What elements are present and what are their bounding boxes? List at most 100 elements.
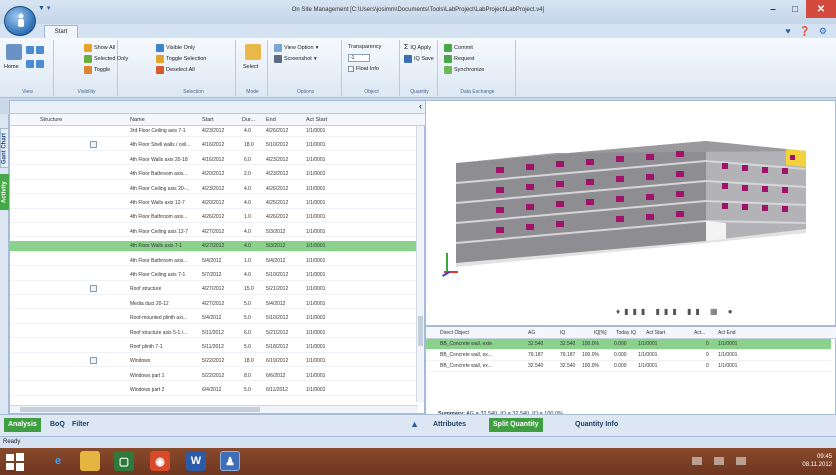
iq-apply-button[interactable]: Σ IQ Apply [404, 44, 431, 51]
table-row[interactable]: Media duct 20-12 4/27/2012 5.0 5/4/2012 1/1/… [10, 299, 418, 310]
end-cell: 4/26/2012 [266, 128, 289, 134]
col-duration[interactable]: Dur... [242, 117, 255, 123]
windows-start-icon[interactable] [4, 451, 26, 473]
tab-filter[interactable]: Filter [68, 418, 93, 432]
col-act-start[interactable]: Act Start [646, 330, 665, 336]
col-act-end[interactable]: Act End [718, 330, 736, 336]
system-clock[interactable]: 09:45 08.11.2012 [802, 453, 832, 469]
visible-only-button[interactable]: Visible Only [156, 44, 195, 52]
minimize-button[interactable]: – [762, 0, 784, 18]
collapse-chevron-icon[interactable]: ‹ [419, 101, 422, 111]
network-icon[interactable] [714, 457, 724, 465]
panel-collapse-bar: ‹ [10, 101, 426, 114]
synchronize-button[interactable]: Synchronize [444, 66, 484, 74]
table-row[interactable]: 4th Floor Bathroom axis... 4/26/2012 1.0 4/… [10, 212, 418, 223]
qty-row[interactable]: BB_Concrete wall, ex... 79.187 79.187 100.0… [426, 350, 831, 361]
screenshot-button[interactable]: Screenshot ▾ [274, 55, 317, 63]
help-icons[interactable]: ♥ ❓ ⚙ [785, 26, 830, 37]
act-cell: 0 [706, 352, 709, 358]
col-end[interactable]: End [266, 117, 276, 123]
tab-gantt-chart[interactable]: Gant Chart [0, 128, 9, 168]
ag-cell: 32.540 [528, 363, 544, 369]
app-icon-2[interactable]: ◉ [150, 451, 170, 471]
transparency-input[interactable]: -1 [348, 54, 370, 62]
close-button[interactable]: ✕ [806, 0, 836, 18]
maximize-button[interactable]: □ [784, 0, 806, 18]
tab-start[interactable]: Start [44, 25, 78, 38]
expand-up-icon[interactable]: ▲ [410, 419, 419, 429]
table-row[interactable]: Windows part 1 5/22/2012 8.0 6/6/2012 1/1/00… [10, 371, 418, 382]
col-ag[interactable]: AG [528, 330, 535, 336]
table-row[interactable]: 4th Floor Walls axis 12-7 4/20/2012 4.0 4/2… [10, 198, 418, 209]
table-row[interactable]: Roof structure axis 5-1 /... 5/11/2012 6.0… [10, 328, 418, 339]
col-iq[interactable]: IQ [560, 330, 565, 336]
tab-split-quantity[interactable]: Split Quantity [489, 418, 543, 432]
ribbon-group-options: View Option ▾ Screenshot ▾ Options [270, 40, 342, 96]
view-grid-icons-2[interactable] [26, 60, 44, 68]
tree-node-icon[interactable] [90, 141, 97, 149]
tab-analysis[interactable]: Analysis [4, 418, 41, 432]
viewer-toolbar-icons[interactable]: ♦▮▮▮ ▮▮▮ ▮▮ ▦ ● [616, 307, 737, 316]
home-button[interactable]: Home [4, 64, 19, 70]
table-row[interactable]: Windows 5/22/2012 18.0 6/19/2012 1/1/0001 [10, 356, 418, 367]
col-iq-percent[interactable]: IQ[%] [594, 330, 607, 336]
internet-explorer-icon[interactable]: e [48, 451, 68, 471]
col-act-start[interactable]: Act Start [306, 117, 327, 123]
volume-icon[interactable] [736, 457, 746, 465]
table-row[interactable]: 4th Floor Walls axis 7-1 4/27/2012 4.0 5/3/… [10, 241, 418, 252]
3d-model-viewer[interactable]: ♦▮▮▮ ▮▮▮ ▮▮ ▦ ● [425, 100, 836, 326]
col-direct-object[interactable]: Direct Object [440, 330, 469, 336]
end-cell: 6/11/2012 [266, 387, 288, 394]
app-icon-1[interactable]: ▢ [114, 451, 134, 471]
table-row[interactable]: 3rd Floor Ceiling axis 7-1 4/23/2012 4.0 4/… [10, 126, 418, 137]
tree-node-icon[interactable] [90, 285, 97, 293]
table-row[interactable]: Roof structure 4/27/2012 15.0 5/21/2012 1/1/… [10, 284, 418, 295]
end-cell: 5/21/2012 [266, 329, 289, 336]
view-option-button[interactable]: View Option ▾ [274, 44, 318, 52]
iq-save-button[interactable]: IQ Save [404, 55, 434, 63]
table-row[interactable]: Windows part 2 6/4/2012 5.0 6/11/2012 1/1/00… [10, 385, 418, 396]
table-row[interactable]: 4th Floor Ceiling axis 12-7 4/27/2012 4.0 5… [10, 227, 418, 238]
float-info-checkbox[interactable]: Float Info [348, 66, 379, 72]
deselect-all-button[interactable]: Deselect All [156, 66, 195, 74]
on-site-management-taskbar-icon[interactable]: ♟ [220, 451, 240, 471]
tab-boq[interactable]: BoQ [46, 418, 69, 432]
table-row[interactable]: 4th Floor Walls axis 20-18 4/16/2012 6.0 4/… [10, 155, 418, 166]
col-structure[interactable]: Structure [40, 117, 62, 123]
view-grid-icons[interactable] [26, 46, 44, 54]
table-row[interactable]: 4th Floor Ceiling axis 20-... 4/23/2012 4.… [10, 184, 418, 195]
tree-node-icon[interactable] [90, 357, 97, 365]
qty-row[interactable]: BB_Concrete wall, ex... 32.540 32.540 100.0… [426, 361, 831, 372]
table-row[interactable]: 4th Floor Bathroom axis... 4/20/2012 2.0 4/… [10, 169, 418, 180]
home-icon[interactable] [6, 44, 22, 60]
table-row[interactable]: 4th Floor Shell walls / ceil... 4/16/2012… [10, 140, 418, 151]
col-start[interactable]: Start [202, 117, 214, 123]
col-name[interactable]: Name [130, 117, 145, 123]
tab-quantity-info[interactable]: Quantity Info [571, 418, 622, 432]
grid-vertical-scrollbar[interactable] [416, 126, 424, 402]
keyboard-icon[interactable] [692, 457, 702, 465]
name-cell: 4th Floor Walls axis 12-7 [130, 200, 185, 206]
grid-horizontal-scrollbar[interactable] [10, 405, 418, 413]
commit-button[interactable]: Commit [444, 44, 473, 52]
col-act[interactable]: Act... [694, 330, 705, 336]
toggle-button[interactable]: Toggle [84, 66, 110, 74]
tab-attributes[interactable]: Attributes [429, 418, 470, 432]
start-cell: 4/23/2012 [202, 185, 225, 192]
file-explorer-icon[interactable] [80, 451, 100, 471]
select-button[interactable]: Select [243, 64, 258, 70]
show-all-button[interactable]: Show All [84, 44, 115, 52]
table-row[interactable]: 4th Floor Ceiling axis 7-1 5/7/2012 4.0 5/1… [10, 270, 418, 281]
table-row[interactable]: Roof plinth 7-1 5/11/2012 5.0 5/18/2012 1/1/… [10, 342, 418, 353]
qty-row[interactable]: BB_Concrete wall, exte 32.540 32.540 100.0%… [426, 339, 831, 350]
table-row[interactable]: Roof-mounted plinth axi... 5/4/2012 5.0 5/1… [10, 313, 418, 324]
selected-only-button[interactable]: Selected Only [84, 55, 128, 63]
tab-activity[interactable]: Activity [0, 174, 9, 210]
table-row[interactable]: 4th Floor Bathroom axis... 5/4/2012 1.0 5/4… [10, 256, 418, 267]
app-icon-3[interactable]: W [186, 451, 206, 471]
request-button[interactable]: Request [444, 55, 475, 63]
select-cursor-icon[interactable] [245, 44, 261, 60]
toggle-selection-button[interactable]: Toggle Selection [156, 55, 206, 63]
col-today-iq[interactable]: Today IQ [616, 330, 636, 336]
application-menu-button[interactable] [4, 6, 36, 36]
